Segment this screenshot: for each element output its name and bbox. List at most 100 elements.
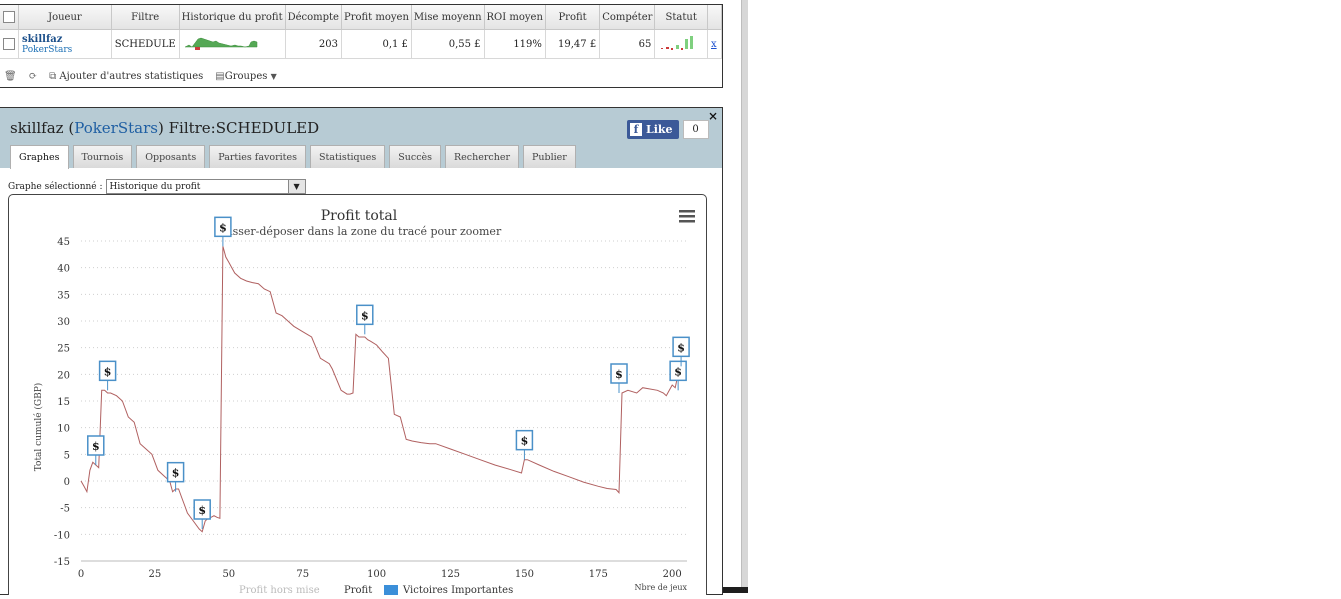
profit-series-line <box>80 246 682 533</box>
y-tick-label: -10 <box>54 530 70 541</box>
x-tick-label: 25 <box>149 569 162 580</box>
status-mini-bars <box>661 35 694 50</box>
hamburger-menu-icon[interactable] <box>679 210 695 223</box>
trash-icon[interactable]: 🗑 <box>4 71 17 82</box>
y-tick-label: 40 <box>57 264 70 275</box>
y-tick-label: 45 <box>57 237 70 248</box>
refresh-icon[interactable]: ⟳ <box>29 71 37 82</box>
panel-tabs: Graphes Tournois Opposants Parties favor… <box>10 145 576 169</box>
status-cell <box>654 29 708 59</box>
tab-opposants[interactable]: Opposants <box>136 145 206 168</box>
profit-chart[interactable]: Profit total Glisser-déposer dans la zon… <box>9 195 706 596</box>
tab-succes[interactable]: Succès <box>389 145 442 168</box>
y-tick-label: 10 <box>57 424 70 435</box>
row-checkbox[interactable] <box>3 38 15 50</box>
col-header-avg-roi[interactable]: ROI moyen <box>484 5 546 30</box>
panel-title: skillfaz (PokerStars) Filtre:SCHEDULED <box>10 119 320 137</box>
tab-parties-favorites[interactable]: Parties favorites <box>209 145 306 168</box>
graph-select[interactable]: Historique du profit ▼ <box>105 179 306 194</box>
facebook-icon: f <box>630 123 642 136</box>
window-icon: ⧉ <box>49 70 57 82</box>
col-header-competence[interactable]: Compéter <box>599 5 656 30</box>
x-tick-label: 200 <box>663 569 682 580</box>
big-win-marker[interactable]: $ <box>515 429 534 460</box>
add-stats-button[interactable]: ⧉ Ajouter d'autres statistiques <box>45 71 203 82</box>
profit-history-sparkline <box>179 29 286 59</box>
col-header-profit-history[interactable]: Historique du profit <box>179 5 286 30</box>
chart-grid <box>81 240 687 562</box>
player-detail-panel: × skillfaz (PokerStars) Filtre:SCHEDULED… <box>0 107 723 596</box>
legend-item-profit[interactable]: Profit <box>344 585 372 596</box>
select-all-checkbox[interactable] <box>3 11 15 23</box>
groups-icon: ▤ <box>215 70 225 82</box>
x-tick-label: 0 <box>78 569 84 580</box>
big-win-marker[interactable]: $ <box>98 360 117 391</box>
filter-cell: SCHEDULE <box>111 29 180 59</box>
like-label: Like <box>646 123 673 136</box>
table-toolbar: 🗑 ⟳ ⧉ Ajouter d'autres statistiques ▤Gro… <box>0 67 277 85</box>
big-win-marker[interactable]: $ <box>669 360 687 391</box>
x-tick-label: 75 <box>296 569 309 580</box>
big-win-marker[interactable]: $ <box>166 461 185 492</box>
legend-item-profit-hors-mise[interactable]: Profit hors mise <box>239 585 320 596</box>
count-cell: 203 <box>285 29 342 59</box>
facebook-like-button[interactable]: f Like <box>627 120 679 139</box>
big-win-marker[interactable]: $ <box>87 435 105 465</box>
big-win-markers: $ $ $ $ $ $ $ $ $ $ <box>87 216 690 529</box>
tab-graphes[interactable]: Graphes <box>10 145 69 169</box>
y-tick-label: 5 <box>64 450 70 461</box>
graph-select-label: Graphe sélectionné : <box>8 181 103 192</box>
col-header-player[interactable]: Joueur <box>18 5 112 30</box>
marker-label: $ <box>104 365 112 378</box>
col-header-count[interactable]: Décompte <box>285 5 342 30</box>
legend-swatch-victoires <box>384 585 398 595</box>
tab-publier[interactable]: Publier <box>523 145 576 168</box>
panel-filter-value: SCHEDULED <box>215 119 320 137</box>
graph-select-row: Graphe sélectionné : Historique du profi… <box>8 179 306 194</box>
x-tick-label: 100 <box>367 569 386 580</box>
remove-player-link[interactable]: x <box>711 39 717 50</box>
player-name-link[interactable]: skillfaz <box>22 34 108 45</box>
chart-legend: Profit hors mise Profit Victoires Import… <box>239 585 513 596</box>
col-header-profit[interactable]: Profit <box>545 5 601 30</box>
remove-cell: x <box>707 29 722 59</box>
y-tick-label: -5 <box>60 504 70 515</box>
big-win-marker[interactable]: $ <box>214 216 232 247</box>
groups-dropdown[interactable]: ▤Groupes ▼ <box>211 71 276 82</box>
tab-rechercher[interactable]: Rechercher <box>445 145 520 168</box>
close-icon[interactable]: × <box>708 109 718 123</box>
marker-label: $ <box>198 504 206 517</box>
tab-tournois[interactable]: Tournois <box>72 145 133 168</box>
groups-label: Groupes <box>224 70 268 82</box>
window-edge <box>741 0 748 593</box>
legend-item-victoires-importantes[interactable]: Victoires Importantes <box>402 585 513 596</box>
graph-select-value: Historique du profit <box>109 181 201 192</box>
x-tick-label: 50 <box>222 569 235 580</box>
like-count: 0 <box>682 120 709 139</box>
col-header-filter[interactable]: Filtre <box>111 5 180 30</box>
player-site-link[interactable]: PokerStars <box>22 45 108 55</box>
y-axis-label: Total cumulé (GBP) <box>33 383 44 472</box>
big-win-marker[interactable]: $ <box>356 304 374 335</box>
col-header-avg-profit[interactable]: Profit moyen <box>341 5 412 30</box>
tab-statistiques[interactable]: Statistiques <box>309 145 386 168</box>
y-tick-label: 20 <box>57 370 70 381</box>
table-row: skillfaz PokerStars SCHEDULE 203 0,1 £ 0… <box>0 29 722 59</box>
col-header-actions <box>707 5 722 30</box>
player-stats-table: Joueur Filtre Historique du profit Décom… <box>0 5 722 59</box>
panel-site-link[interactable]: PokerStars <box>74 119 158 137</box>
big-win-marker[interactable]: $ <box>610 363 628 393</box>
col-header-avg-stake[interactable]: Mise moyenn <box>411 5 485 30</box>
marker-label: $ <box>615 368 623 381</box>
avg-stake-cell: 0,55 £ <box>411 29 485 59</box>
select-all-header <box>0 5 19 30</box>
chart-title: Profit total <box>321 208 398 224</box>
y-tick-label: 0 <box>64 477 70 488</box>
y-tick-labels: -15 -10 -5 0 5 10 15 20 25 30 35 40 45 <box>54 237 70 568</box>
profit-cell: 19,47 £ <box>545 29 601 59</box>
chart-subtitle: Glisser-déposer dans la zone du tracé po… <box>217 225 502 238</box>
x-tick-label: 175 <box>589 569 608 580</box>
y-tick-label: 15 <box>57 397 70 408</box>
row-checkbox-cell <box>0 29 19 59</box>
col-header-status[interactable]: Statut <box>654 5 708 30</box>
